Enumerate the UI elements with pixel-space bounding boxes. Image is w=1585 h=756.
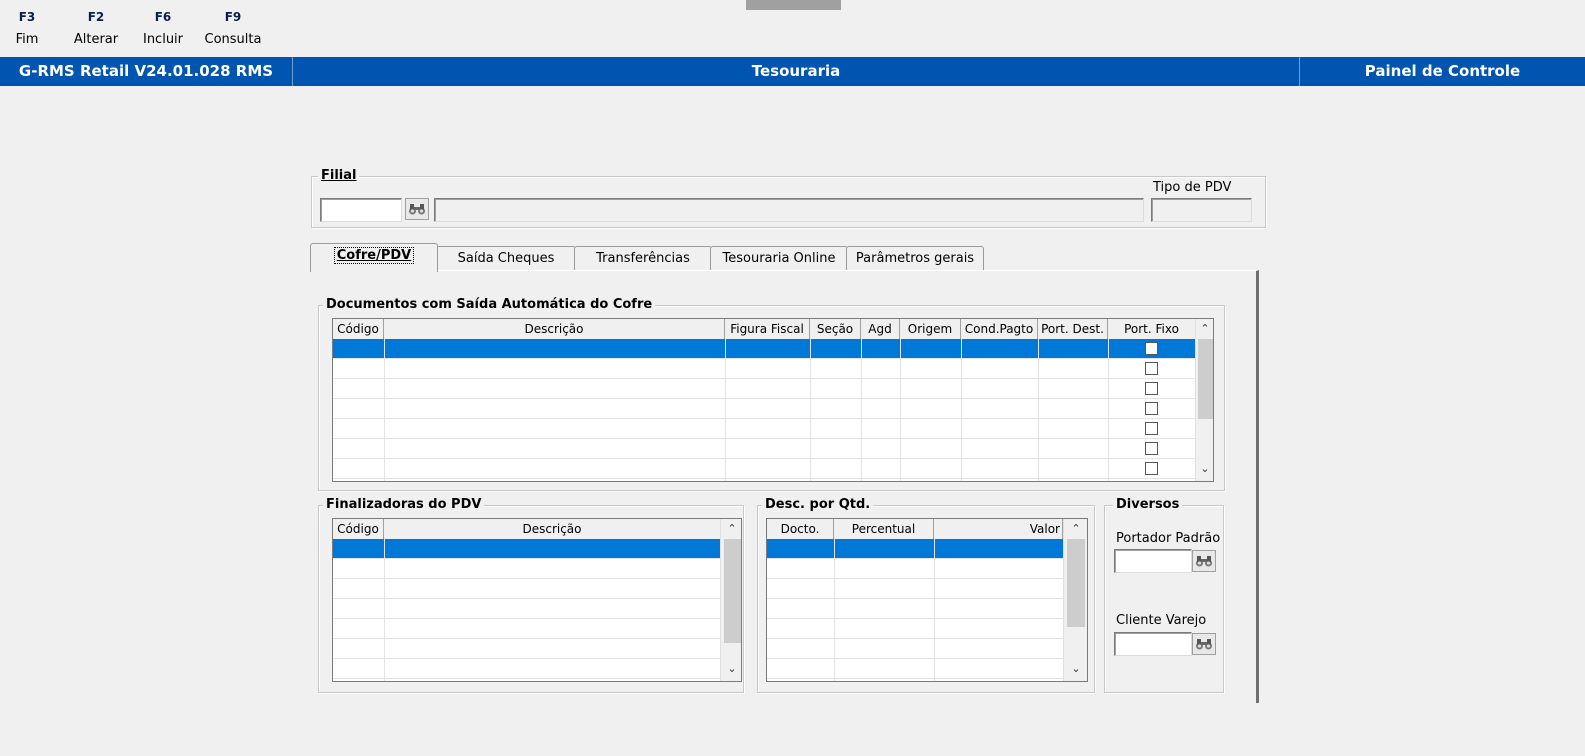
table-row[interactable] xyxy=(767,599,1063,619)
col-agd[interactable]: Agd xyxy=(861,319,900,339)
table-row[interactable] xyxy=(767,539,1063,559)
portador-padrao-label: Portador Padrão xyxy=(1116,531,1221,546)
scroll-up-icon[interactable]: ⌃ xyxy=(723,521,741,537)
portador-binoculars-search-icon[interactable] xyxy=(1192,550,1216,572)
col-cond-pagto[interactable]: Cond.Pagto xyxy=(961,319,1038,339)
f2-alterar-button[interactable]: F2 Alterar xyxy=(70,8,122,50)
cliente-varejo-label: Cliente Varejo xyxy=(1116,613,1207,628)
table-row[interactable] xyxy=(333,599,720,619)
col-port-dest[interactable]: Port. Dest. xyxy=(1038,319,1108,339)
scroll-down-icon[interactable]: ⌄ xyxy=(1067,661,1085,677)
f9-key: F9 xyxy=(224,10,242,24)
col-port-fixo[interactable]: Port. Fixo xyxy=(1108,319,1195,339)
module-title: Tesouraria xyxy=(751,62,841,80)
col-percentual[interactable]: Percentual xyxy=(834,519,934,539)
filial-label: Filial xyxy=(318,168,360,183)
port-fixo-checkbox[interactable] xyxy=(1145,442,1158,455)
tipo-pdv-label: Tipo de PDV xyxy=(1153,180,1232,195)
table-row[interactable] xyxy=(333,459,1195,479)
finalizadoras-scrollbar[interactable]: ⌃ ⌄ xyxy=(720,519,741,681)
table-row[interactable] xyxy=(333,439,1195,459)
tab-transferencias[interactable]: Transferências xyxy=(574,246,712,271)
tab-tesouraria-online[interactable]: Tesouraria Online xyxy=(710,246,848,271)
scroll-thumb[interactable] xyxy=(724,539,741,643)
table-row[interactable] xyxy=(333,579,720,599)
tab-parametros-gerais[interactable]: Parâmetros gerais xyxy=(846,246,984,271)
port-fixo-checkbox[interactable] xyxy=(1145,382,1158,395)
f6-key: F6 xyxy=(154,10,172,24)
scroll-thumb[interactable] xyxy=(1067,539,1085,627)
finalizadoras-grid-header: Código Descrição xyxy=(333,519,720,540)
col-descricao[interactable]: Descrição xyxy=(384,519,720,539)
f2-key: F2 xyxy=(87,10,105,24)
tab-saida-cheques[interactable]: Saída Cheques xyxy=(436,246,576,271)
binoculars-search-icon[interactable] xyxy=(405,198,429,220)
table-row[interactable] xyxy=(767,619,1063,639)
fim-label: Fim xyxy=(15,32,39,47)
table-row[interactable] xyxy=(333,559,720,579)
table-row[interactable] xyxy=(767,559,1063,579)
col-descricao[interactable]: Descrição xyxy=(384,319,725,339)
control-panel-title[interactable]: Painel de Controle xyxy=(1300,57,1585,86)
col-origem[interactable]: Origem xyxy=(900,319,961,339)
port-fixo-checkbox[interactable] xyxy=(1145,342,1158,355)
desc-qtd-scrollbar[interactable]: ⌃ ⌄ xyxy=(1063,519,1087,681)
scroll-down-icon[interactable]: ⌄ xyxy=(1196,461,1213,477)
table-row[interactable] xyxy=(333,339,1195,359)
tab-cofre-pdv[interactable]: Cofre/PDV xyxy=(310,243,438,272)
incluir-label: Incluir xyxy=(142,32,184,47)
table-row[interactable] xyxy=(767,659,1063,679)
finalizadoras-grid[interactable]: Código Descrição ⌃ ⌄ xyxy=(332,518,742,682)
f9-consulta-button[interactable]: F9 Consulta xyxy=(202,8,264,50)
table-row[interactable] xyxy=(333,419,1195,439)
table-row[interactable] xyxy=(333,539,720,559)
table-row[interactable] xyxy=(333,639,720,659)
app-version-title: G-RMS Retail V24.01.028 RMS xyxy=(18,62,274,80)
port-fixo-checkbox[interactable] xyxy=(1145,362,1158,375)
documentos-grid-header: Código Descrição Figura Fiscal Seção Agd… xyxy=(333,319,1195,340)
finalizadoras-title: Finalizadoras do PDV xyxy=(323,497,485,512)
scroll-down-icon[interactable]: ⌄ xyxy=(723,661,741,677)
col-secao[interactable]: Seção xyxy=(810,319,861,339)
consulta-label: Consulta xyxy=(204,32,262,47)
cliente-varejo-input[interactable] xyxy=(1114,632,1192,656)
diversos-title: Diversos xyxy=(1113,497,1183,512)
documentos-title: Documentos com Saída Automática do Cofre xyxy=(323,297,656,312)
documentos-scrollbar[interactable]: ⌃ ⌄ xyxy=(1195,319,1213,481)
table-row[interactable] xyxy=(333,659,720,679)
tipo-pdv-field xyxy=(1151,198,1252,222)
top-window-tab[interactable] xyxy=(746,0,841,10)
port-fixo-checkbox[interactable] xyxy=(1145,402,1158,415)
scroll-up-icon[interactable]: ⌃ xyxy=(1196,321,1213,337)
desc-qtd-title: Desc. por Qtd. xyxy=(762,497,874,512)
col-figura-fiscal[interactable]: Figura Fiscal xyxy=(725,319,810,339)
table-row[interactable] xyxy=(333,399,1195,419)
col-docto[interactable]: Docto. xyxy=(767,519,834,539)
col-valor[interactable]: Valor xyxy=(934,519,1063,539)
diversos-group: Diversos Portador Padrão Cliente Varejo xyxy=(1104,497,1224,693)
col-codigo[interactable]: Código xyxy=(333,319,384,339)
alterar-label: Alterar xyxy=(73,32,119,47)
filial-code-input[interactable] xyxy=(320,198,402,222)
f3-key: F3 xyxy=(18,10,36,24)
port-fixo-checkbox[interactable] xyxy=(1145,422,1158,435)
table-row[interactable] xyxy=(333,619,720,639)
documentos-grid[interactable]: Código Descrição Figura Fiscal Seção Agd… xyxy=(332,318,1214,482)
scroll-up-icon[interactable]: ⌃ xyxy=(1067,521,1085,537)
table-row[interactable] xyxy=(767,579,1063,599)
desc-qtd-grid[interactable]: Docto. Percentual Valor ⌃ ⌄ xyxy=(766,518,1088,682)
f6-incluir-button[interactable]: F6 Incluir xyxy=(140,8,186,50)
desc-qtd-grid-header: Docto. Percentual Valor xyxy=(767,519,1063,540)
table-row[interactable] xyxy=(333,379,1195,399)
filial-name-field xyxy=(434,198,1144,222)
title-bar: G-RMS Retail V24.01.028 RMS Tesouraria P… xyxy=(0,57,1585,86)
col-codigo[interactable]: Código xyxy=(333,519,384,539)
table-row[interactable] xyxy=(333,359,1195,379)
scroll-thumb[interactable] xyxy=(1198,339,1213,419)
cliente-binoculars-search-icon[interactable] xyxy=(1192,633,1216,655)
port-fixo-checkbox[interactable] xyxy=(1145,462,1158,475)
f3-fim-button[interactable]: F3 Fim xyxy=(12,8,42,50)
table-row[interactable] xyxy=(767,639,1063,659)
portador-padrao-input[interactable] xyxy=(1114,549,1192,573)
